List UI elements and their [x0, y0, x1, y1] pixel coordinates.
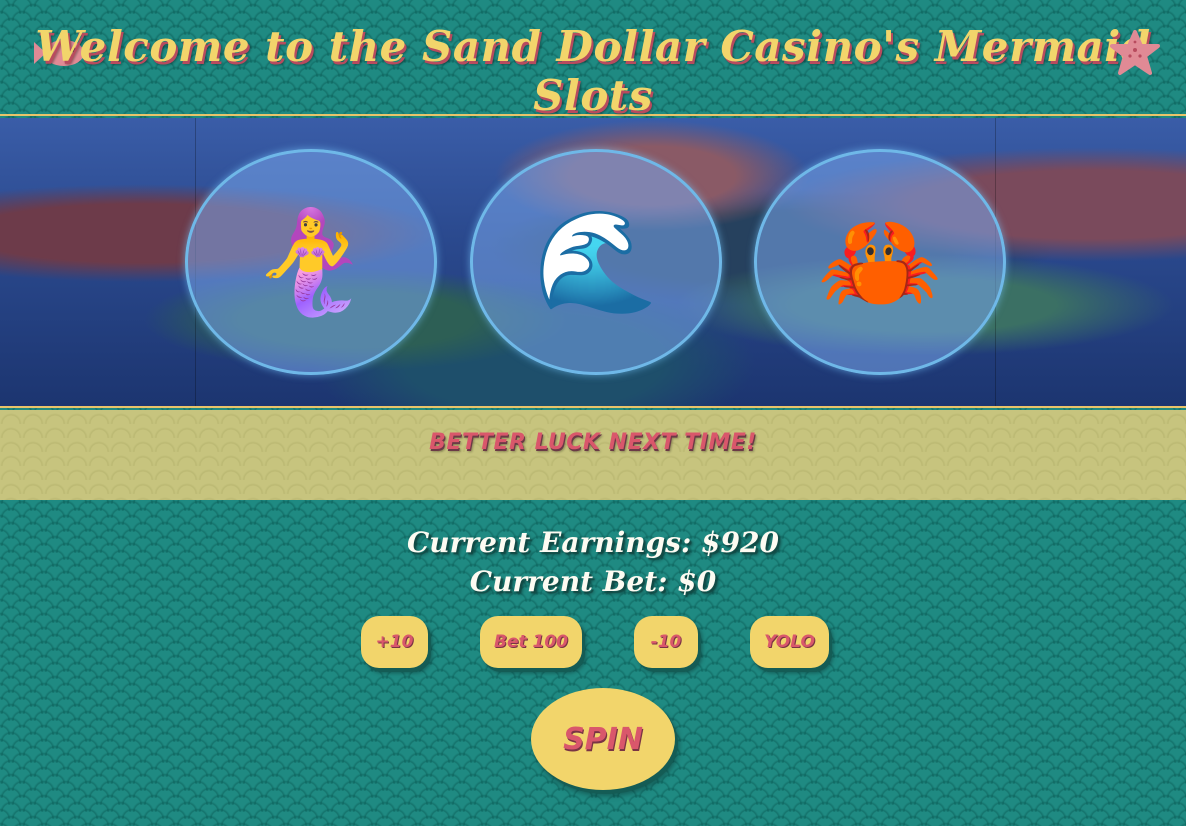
current-earnings: Current Earnings: $920 [0, 526, 1186, 559]
bet-value: $0 [677, 565, 717, 598]
earnings-value: $920 [701, 526, 779, 559]
mermaid-icon: 🧜‍♀️ [248, 203, 374, 320]
bet-label: Current Bet: [469, 565, 668, 598]
earnings-label: Current Earnings: [407, 526, 692, 559]
starfish-icon [1110, 30, 1160, 75]
crab-icon: 🦀 [817, 203, 943, 320]
page-title: Welcome to the Sand Dollar Casino's Merm… [35, 22, 1151, 120]
wave-icon: 🌊 [533, 203, 659, 320]
reel-area: 🧜‍♀️ 🌊 🦀 [0, 118, 1186, 408]
current-bet: Current Bet: $0 [0, 565, 1186, 598]
header: Welcome to the Sand Dollar Casino's Merm… [0, 0, 1186, 120]
result-banner: BETTER LUCK NEXT TIME! [0, 410, 1186, 500]
reel-1: 🧜‍♀️ [185, 149, 437, 375]
plus-10-button[interactable]: +10 [361, 616, 428, 668]
result-message: BETTER LUCK NEXT TIME! [429, 430, 757, 455]
minus-10-button[interactable]: -10 [634, 616, 698, 668]
yolo-button[interactable]: YOLO [750, 616, 829, 668]
bet-100-button[interactable]: Bet 100 [480, 616, 582, 668]
reel-3: 🦀 [754, 149, 1006, 375]
reel-2: 🌊 [470, 149, 722, 375]
spin-button[interactable]: SPIN [531, 688, 675, 790]
